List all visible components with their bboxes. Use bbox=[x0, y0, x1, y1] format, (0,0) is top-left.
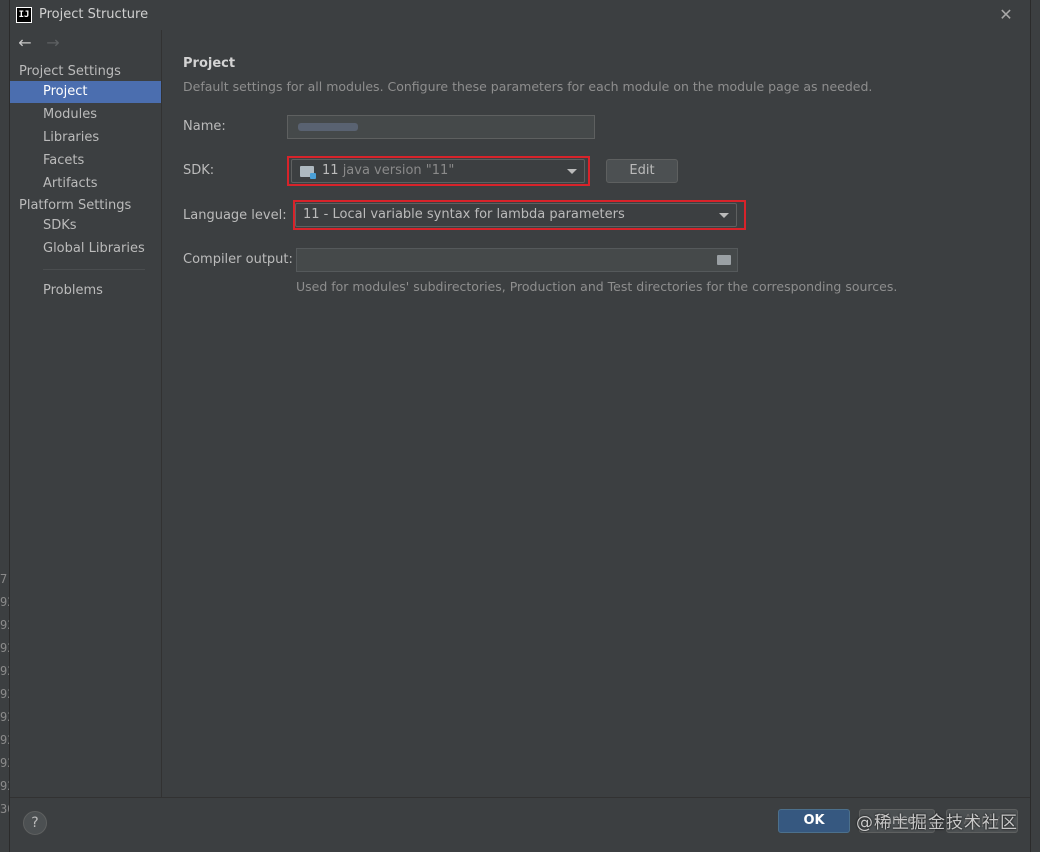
chevron-down-icon bbox=[719, 213, 729, 218]
background-line-number: 92 bbox=[0, 779, 9, 793]
sidebar-item-problems[interactable]: Problems bbox=[10, 280, 161, 302]
cancel-button[interactable]: Cancel bbox=[859, 809, 935, 833]
sdk-dropdown[interactable]: 11 java version "11" bbox=[291, 159, 585, 183]
title-bar: IJ Project Structure ✕ bbox=[10, 0, 1030, 30]
intellij-icon: IJ bbox=[16, 7, 32, 23]
sidebar-item-facets[interactable]: Facets bbox=[10, 150, 161, 172]
sidebar-item-project[interactable]: Project bbox=[10, 81, 161, 103]
background-line-number: 92 bbox=[0, 664, 9, 678]
section-platform-settings: Platform Settings bbox=[19, 198, 132, 213]
folder-browse-icon[interactable] bbox=[717, 255, 731, 265]
background-editor-right bbox=[1031, 0, 1040, 852]
page-description: Default settings for all modules. Config… bbox=[183, 79, 873, 94]
edit-sdk-button[interactable]: Edit bbox=[606, 159, 678, 183]
redacted-name-value bbox=[298, 123, 358, 131]
close-button[interactable]: ✕ bbox=[996, 5, 1016, 25]
sidebar: ← → Project Settings Project Modules Lib… bbox=[10, 30, 162, 797]
jdk-folder-icon bbox=[300, 166, 316, 179]
sdk-selected-value: 11 java version "11" bbox=[322, 163, 455, 178]
sidebar-divider bbox=[43, 269, 145, 270]
background-editor-left bbox=[0, 0, 9, 852]
name-label: Name: bbox=[183, 119, 226, 134]
dialog-footer: ? OK Cancel Apply @稀土掘金技术社区 bbox=[10, 797, 1030, 852]
compiler-output-hint: Used for modules' subdirectories, Produc… bbox=[296, 279, 898, 294]
compiler-output-label: Compiler output: bbox=[183, 252, 293, 267]
language-level-label: Language level: bbox=[183, 208, 287, 223]
language-level-dropdown[interactable]: 11 - Local variable syntax for lambda pa… bbox=[295, 203, 737, 227]
background-line-number: 92 bbox=[0, 733, 9, 747]
background-line-number: 92 bbox=[0, 641, 9, 655]
background-line-number: 7 bbox=[0, 572, 8, 586]
background-line-number: 92 bbox=[0, 756, 9, 770]
apply-button[interactable]: Apply bbox=[946, 809, 1018, 833]
sidebar-item-libraries[interactable]: Libraries bbox=[10, 127, 161, 149]
nav-arrows: ← → bbox=[16, 34, 62, 54]
language-level-selected-value: 11 - Local variable syntax for lambda pa… bbox=[303, 207, 625, 222]
help-button[interactable]: ? bbox=[23, 811, 47, 835]
project-settings-panel: Project Default settings for all modules… bbox=[163, 30, 1030, 797]
ok-button[interactable]: OK bbox=[778, 809, 850, 833]
sidebar-item-modules[interactable]: Modules bbox=[10, 104, 161, 126]
project-structure-dialog: IJ Project Structure ✕ ← → Project Setti… bbox=[9, 0, 1031, 852]
background-line-number: 92 bbox=[0, 710, 9, 724]
background-line-number: 92 bbox=[0, 687, 9, 701]
compiler-output-field[interactable] bbox=[296, 248, 738, 272]
forward-arrow-icon[interactable]: → bbox=[44, 34, 62, 52]
sidebar-item-artifacts[interactable]: Artifacts bbox=[10, 173, 161, 195]
background-line-number: 92 bbox=[0, 595, 9, 609]
sidebar-item-global-libraries[interactable]: Global Libraries bbox=[10, 238, 161, 260]
sidebar-item-sdks[interactable]: SDKs bbox=[10, 215, 161, 237]
window-title: Project Structure bbox=[39, 7, 149, 22]
background-line-number: 92 bbox=[0, 618, 9, 632]
sdk-label: SDK: bbox=[183, 163, 215, 178]
project-name-field[interactable] bbox=[287, 115, 595, 139]
chevron-down-icon bbox=[567, 169, 577, 174]
page-title: Project bbox=[183, 56, 236, 71]
back-arrow-icon[interactable]: ← bbox=[16, 34, 34, 52]
section-project-settings: Project Settings bbox=[19, 64, 121, 79]
background-line-number: 30 bbox=[0, 802, 9, 816]
